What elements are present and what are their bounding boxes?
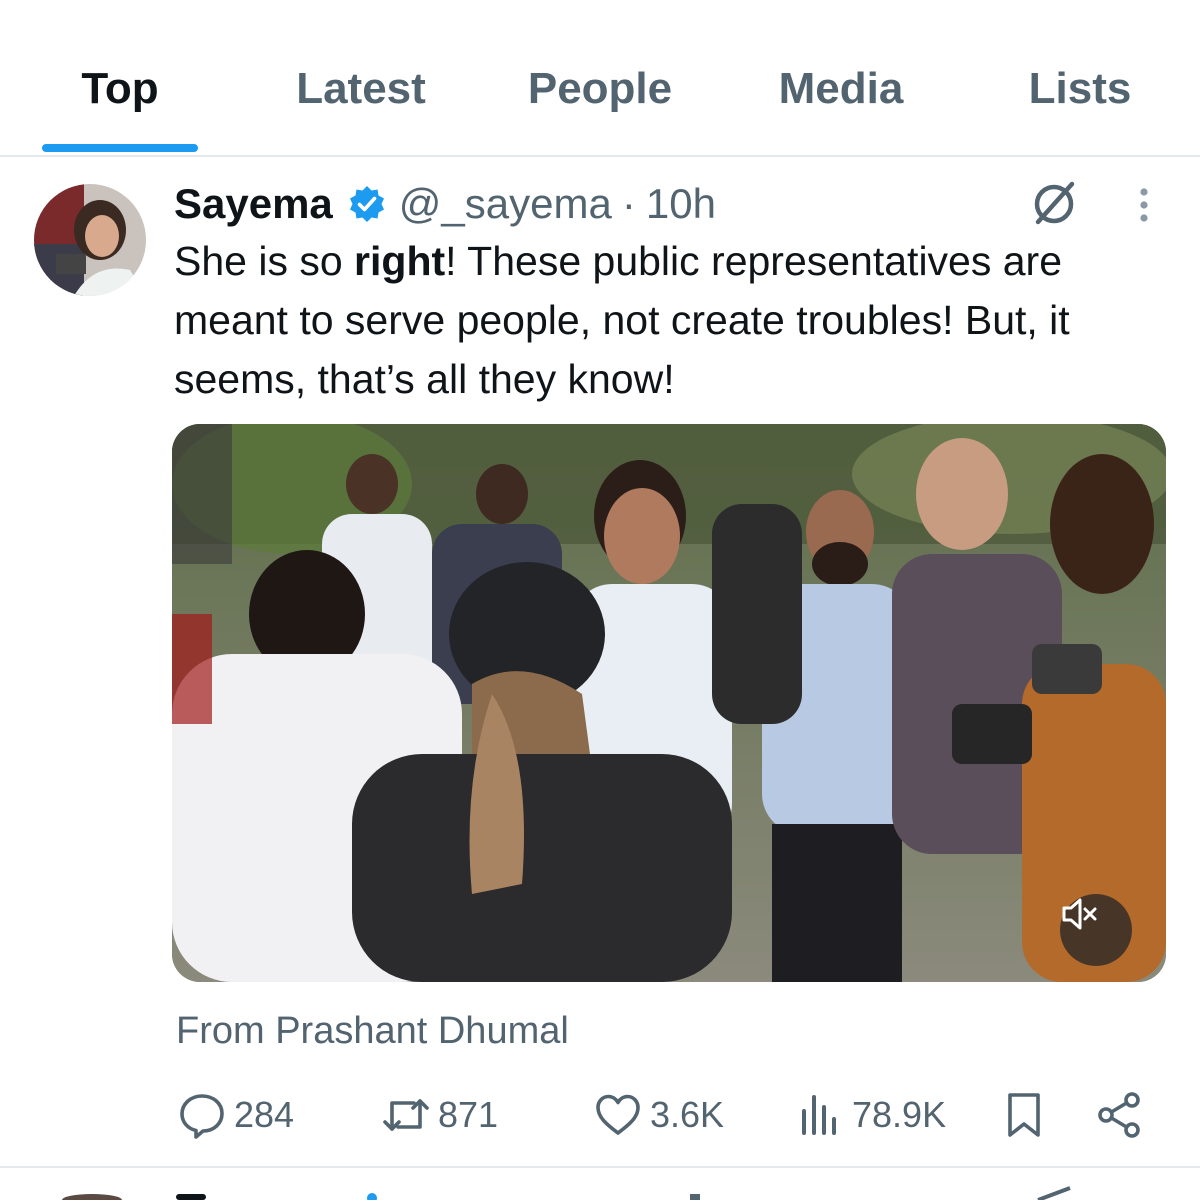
grok-icon[interactable] [1026,176,1082,232]
bookmark-button[interactable] [998,1080,1056,1150]
separator-dot: · [621,180,636,227]
active-tab-indicator [42,144,198,152]
retweet-button[interactable]: 871 [380,1080,498,1150]
tab-top[interactable]: Top [42,64,198,124]
display-name[interactable]: Sayema [174,180,333,228]
tab-people[interactable]: People [510,64,690,124]
tab-lists[interactable]: Lists [1010,64,1150,124]
tweet-text: She is so right! These public representa… [174,238,1070,402]
tab-media[interactable]: Media [760,64,922,124]
view-count: 78.9K [852,1094,947,1135]
tweet-video[interactable] [172,424,1166,982]
video-source[interactable]: From Prashant Dhumal [176,1010,569,1053]
timestamp[interactable]: 10h [646,180,716,228]
reply-button[interactable]: 284 [176,1080,294,1150]
tweet-actions: 284 871 3.6K 78.9K [172,1080,1172,1150]
next-tweet-peek [0,1186,1200,1200]
like-count: 3.6K [650,1094,725,1135]
more-options-icon[interactable] [1126,186,1162,226]
search-tabs: Top Latest People Media Lists [0,0,1200,157]
share-button[interactable] [1094,1080,1152,1150]
mute-toggle-button[interactable] [1060,894,1132,966]
share-icon [1098,1092,1140,1138]
verified-badge-icon [349,186,384,222]
avatar[interactable] [34,184,146,296]
like-button[interactable]: 3.6K [592,1080,724,1150]
video-frame [172,424,1166,982]
retweet-count: 871 [438,1094,499,1135]
views-button[interactable]: 78.9K [794,1080,946,1150]
bookmark-icon [1008,1093,1040,1137]
user-handle[interactable]: @_sayema [399,180,612,228]
reply-count: 284 [234,1094,295,1135]
retweet-icon [383,1099,429,1131]
reply-icon [180,1094,224,1139]
tweet-divider [0,1166,1200,1168]
views-icon [802,1095,836,1135]
tab-latest[interactable]: Latest [270,64,452,124]
bold-word: right [354,238,446,284]
heart-icon [596,1094,640,1135]
tweet-header: Sayema @_sayema · 10h [174,176,716,232]
volume-muted-icon [1062,898,1097,930]
